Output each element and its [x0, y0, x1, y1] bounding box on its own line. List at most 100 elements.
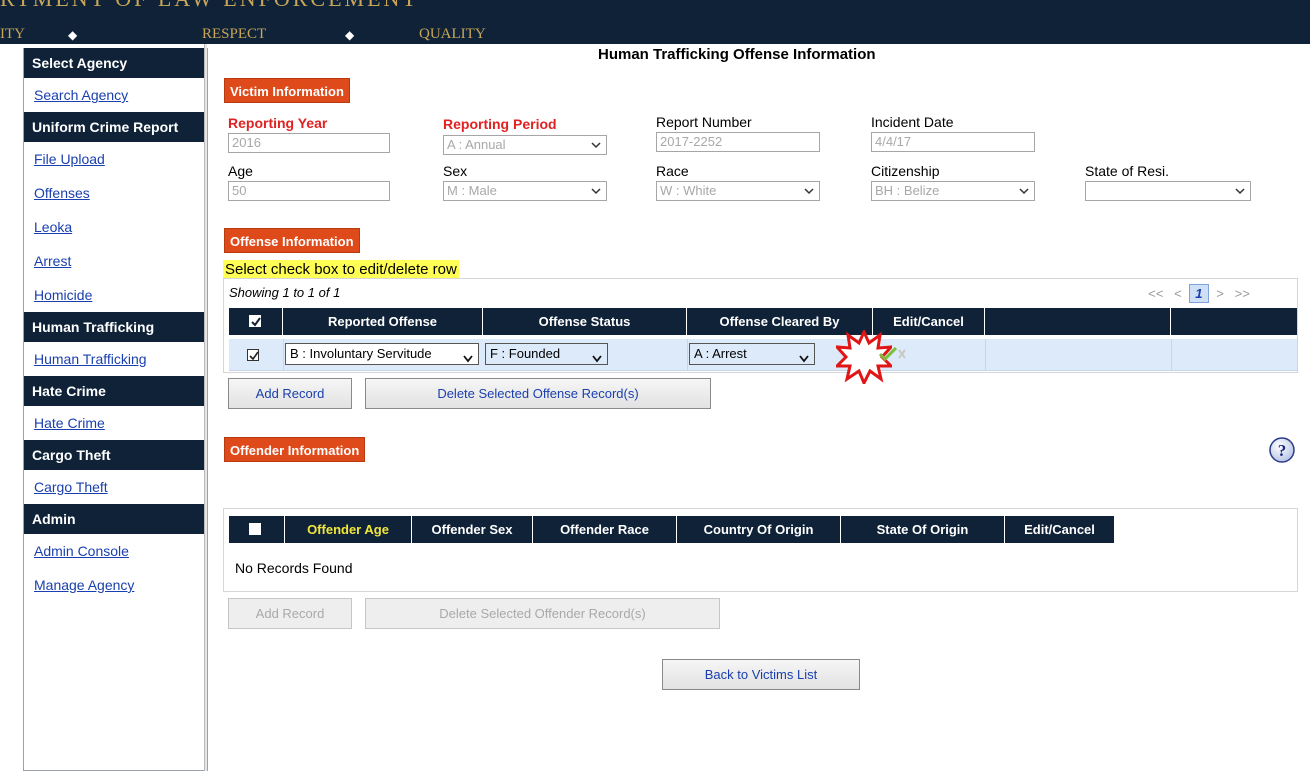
sidebar-link-hate-crime[interactable]: Hate Crime [34, 415, 105, 431]
sidebar-section-select-agency: Select Agency [24, 48, 207, 78]
banner-mottos: ITY ◆ RESPECT ◆ QUALITY [0, 26, 1310, 44]
motto-separator: ◆ [345, 28, 355, 42]
reporting-period-value: A : Annual [447, 137, 506, 152]
incident-date-label: Incident Date [871, 114, 954, 130]
motto-separator: ◆ [68, 28, 78, 42]
pager-current-page[interactable]: 1 [1188, 284, 1209, 303]
help-icon[interactable]: ? [1268, 436, 1296, 464]
sidebar-link-arrest[interactable]: Arrest [34, 253, 71, 269]
citizenship-value: BH : Belize [875, 183, 940, 198]
report-number-input[interactable]: 2017-2252 [656, 132, 820, 152]
sidebar-link-human-trafficking[interactable]: Human Trafficking [34, 351, 147, 367]
offense-showing-count: Showing 1 to 1 of 1 [229, 285, 341, 300]
offense-cleared-by-value: A : Arrest [694, 346, 747, 361]
sidebar-section-cargo-theft: Cargo Theft [24, 440, 207, 470]
sidebar: Select Agency Search Agency Uniform Crim… [23, 48, 208, 771]
edit-delete-hint: Select check box to edit/delete row [223, 260, 459, 279]
offense-grid-header: Reported Offense Offense Status Offense … [229, 308, 1297, 335]
col-country-of-origin[interactable]: Country Of Origin [677, 516, 841, 543]
col-offender-race[interactable]: Offender Race [533, 516, 677, 543]
col-reported-offense[interactable]: Reported Offense [283, 308, 483, 335]
offense-status-value: F : Founded [490, 346, 561, 361]
sidebar-link-manage-agency[interactable]: Manage Agency [34, 577, 134, 593]
sidebar-section-human-trafficking: Human Trafficking [24, 312, 207, 342]
sex-label: Sex [443, 163, 468, 179]
offender-no-records: No Records Found [235, 560, 353, 576]
motto-quality: QUALITY [419, 26, 486, 42]
offense-select-all-checkbox[interactable] [249, 315, 261, 327]
chevron-down-icon [463, 350, 473, 363]
offender-select-all-checkbox[interactable] [249, 523, 261, 535]
motto-integrity: ITY [0, 26, 25, 42]
offense-row[interactable]: B : Involuntary Servitude F : Founded A … [229, 339, 1297, 371]
chevron-down-icon [1235, 186, 1245, 196]
add-offender-record-button[interactable]: Add Record [228, 598, 352, 629]
incident-date-input[interactable]: 4/4/17 [871, 132, 1035, 152]
svg-text:?: ? [1278, 441, 1287, 460]
reported-offense-value: B : Involuntary Servitude [290, 346, 432, 361]
report-number-label: Report Number [656, 114, 752, 130]
offense-cleared-by-select[interactable]: A : Arrest [689, 343, 815, 365]
age-input[interactable]: 50 [228, 181, 390, 201]
sidebar-link-leoka[interactable]: Leoka [34, 219, 72, 235]
offense-status-select[interactable]: F : Founded [485, 343, 608, 365]
race-label: Race [656, 163, 689, 179]
sidebar-section-hate-crime: Hate Crime [24, 376, 207, 406]
back-to-victims-list-button[interactable]: Back to Victims List [662, 659, 860, 690]
save-check-icon[interactable] [879, 347, 897, 361]
race-value: W : White [660, 183, 717, 198]
cancel-icon[interactable] [898, 349, 906, 359]
sidebar-section-admin: Admin [24, 504, 207, 534]
sidebar-link-homicide[interactable]: Homicide [34, 287, 92, 303]
chevron-down-icon [799, 350, 809, 363]
offense-row-checkbox[interactable] [247, 349, 259, 361]
sex-value: M : Male [447, 183, 497, 198]
sidebar-link-file-upload[interactable]: File Upload [34, 151, 105, 167]
col-offender-edit-cancel: Edit/Cancel [1005, 516, 1115, 543]
col-empty [985, 308, 1171, 335]
pager-prev[interactable]: < [1174, 286, 1182, 301]
sidebar-link-offenses[interactable]: Offenses [34, 185, 90, 201]
sidebar-link-search-agency[interactable]: Search Agency [34, 87, 128, 103]
col-offense-status[interactable]: Offense Status [483, 308, 687, 335]
col-offender-sex[interactable]: Offender Sex [412, 516, 533, 543]
motto-respect: RESPECT [202, 26, 267, 42]
age-label: Age [228, 163, 253, 179]
chevron-down-icon [591, 186, 601, 196]
reporting-period-label: Reporting Period [443, 116, 557, 132]
offense-select-all-cell [229, 308, 283, 335]
reporting-period-select[interactable]: A : Annual [443, 135, 607, 155]
reporting-year-label: Reporting Year [228, 115, 328, 131]
pager-last[interactable]: >> [1235, 286, 1250, 301]
offender-select-all-cell [229, 516, 285, 543]
chevron-down-icon [804, 186, 814, 196]
site-banner: RTMENT OF LAW ENFORCEMENT ITY ◆ RESPECT … [0, 0, 1310, 44]
add-offense-record-button[interactable]: Add Record [228, 378, 352, 409]
reported-offense-select[interactable]: B : Involuntary Servitude [285, 343, 479, 365]
sidebar-section-uniform-crime-report: Uniform Crime Report [24, 112, 207, 142]
content-divider [204, 44, 207, 771]
sidebar-link-admin-console[interactable]: Admin Console [34, 543, 129, 559]
sex-select[interactable]: M : Male [443, 181, 607, 201]
sidebar-link-cargo-theft[interactable]: Cargo Theft [34, 479, 108, 495]
page-title: Human Trafficking Offense Information [598, 46, 876, 63]
chevron-down-icon [591, 140, 601, 150]
pager-next[interactable]: > [1216, 286, 1224, 301]
delete-offender-records-button[interactable]: Delete Selected Offender Record(s) [365, 598, 720, 629]
race-select[interactable]: W : White [656, 181, 820, 201]
delete-offense-records-button[interactable]: Delete Selected Offense Record(s) [365, 378, 711, 409]
state-of-residence-select[interactable] [1085, 181, 1251, 201]
chevron-down-icon [1019, 186, 1029, 196]
citizenship-select[interactable]: BH : Belize [871, 181, 1035, 201]
banner-title: RTMENT OF LAW ENFORCEMENT [0, 0, 419, 12]
offender-grid-header: Offender Age Offender Sex Offender Race … [229, 516, 1115, 543]
reporting-year-input[interactable]: 2016 [228, 133, 390, 153]
victim-info-tag: Victim Information [224, 78, 350, 103]
col-offender-age[interactable]: Offender Age [285, 516, 412, 543]
offense-info-tag: Offense Information [224, 228, 360, 253]
chevron-down-icon [592, 350, 602, 363]
offender-info-tag: Offender Information [224, 437, 366, 462]
citizenship-label: Citizenship [871, 163, 940, 179]
pager-first[interactable]: << [1148, 286, 1163, 301]
col-state-of-origin[interactable]: State Of Origin [841, 516, 1005, 543]
